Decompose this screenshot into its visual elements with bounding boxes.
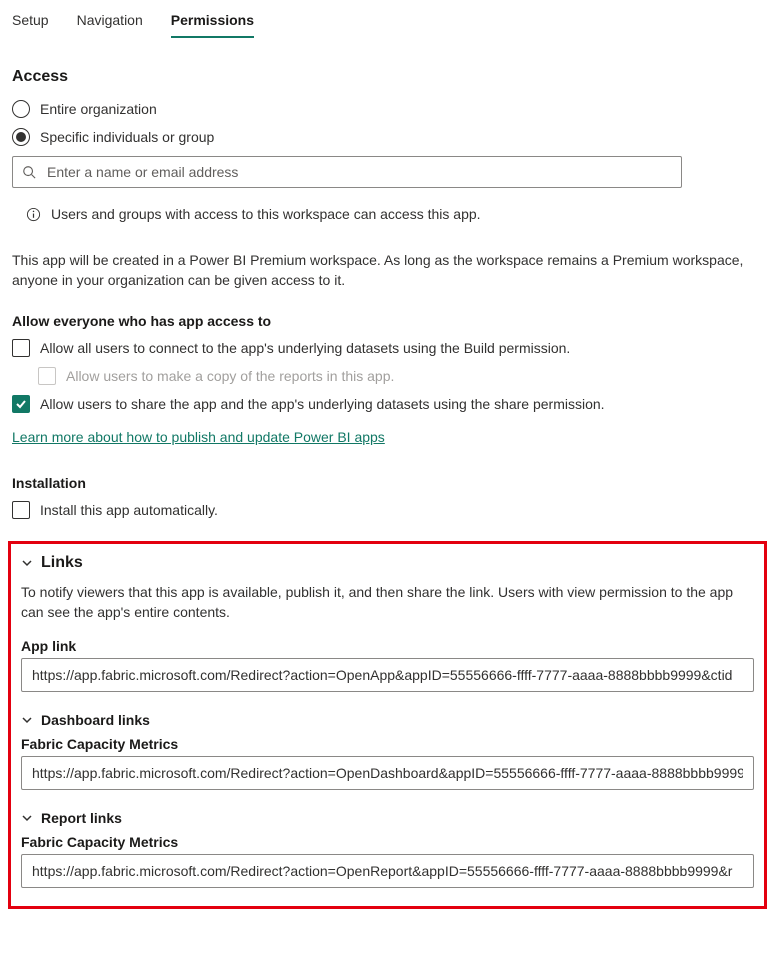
learn-more-link[interactable]: Learn more about how to publish and upda… — [12, 429, 385, 445]
radio-specific-individuals[interactable] — [12, 128, 30, 146]
app-link-label: App link — [21, 638, 754, 654]
dashboard-links-heading: Dashboard links — [41, 712, 150, 728]
checkbox-copy-label: Allow users to make a copy of the report… — [66, 368, 394, 384]
links-heading: Links — [41, 554, 83, 572]
premium-note: This app will be created in a Power BI P… — [12, 250, 763, 291]
checkbox-install-auto[interactable] — [12, 501, 30, 519]
report-link-label: Fabric Capacity Metrics — [21, 834, 754, 850]
chevron-down-icon — [21, 557, 33, 569]
dashboard-link-input[interactable] — [21, 756, 754, 790]
chevron-down-icon — [21, 714, 33, 726]
report-link-input[interactable] — [21, 854, 754, 888]
search-icon — [22, 165, 36, 179]
checkbox-share-permission[interactable] — [12, 395, 30, 413]
checkbox-build-permission[interactable] — [12, 339, 30, 357]
radio-entire-organization-label: Entire organization — [40, 101, 157, 117]
checkbox-build-label: Allow all users to connect to the app's … — [40, 340, 570, 356]
report-links-heading: Report links — [41, 810, 122, 826]
links-description: To notify viewers that this app is avail… — [21, 582, 754, 623]
access-search-input[interactable] — [12, 156, 682, 188]
links-toggle[interactable]: Links — [21, 554, 754, 572]
radio-specific-individuals-label: Specific individuals or group — [40, 129, 214, 145]
info-icon — [26, 207, 41, 222]
checkbox-copy-reports — [38, 367, 56, 385]
app-link-input[interactable] — [21, 658, 754, 692]
tab-setup[interactable]: Setup — [12, 8, 49, 38]
tab-bar: Setup Navigation Permissions — [0, 0, 775, 38]
checkbox-share-label: Allow users to share the app and the app… — [40, 396, 605, 412]
access-heading: Access — [12, 68, 763, 86]
installation-heading: Installation — [12, 475, 763, 491]
dashboard-link-label: Fabric Capacity Metrics — [21, 736, 754, 752]
chevron-down-icon — [21, 812, 33, 824]
tab-navigation[interactable]: Navigation — [77, 8, 143, 38]
dashboard-links-toggle[interactable]: Dashboard links — [21, 712, 754, 728]
report-links-toggle[interactable]: Report links — [21, 810, 754, 826]
allow-heading: Allow everyone who has app access to — [12, 313, 763, 329]
links-panel: Links To notify viewers that this app is… — [8, 541, 767, 910]
checkbox-install-auto-label: Install this app automatically. — [40, 502, 218, 518]
tab-permissions[interactable]: Permissions — [171, 8, 254, 38]
access-info-text: Users and groups with access to this wor… — [51, 206, 481, 222]
radio-entire-organization[interactable] — [12, 100, 30, 118]
